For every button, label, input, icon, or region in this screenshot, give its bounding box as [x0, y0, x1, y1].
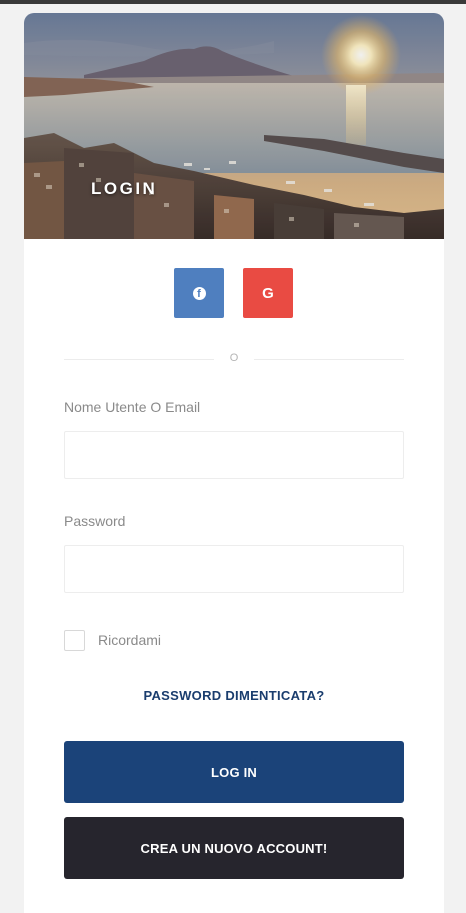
forgot-password-link[interactable]: PASSWORD DIMENTICATA?: [64, 688, 404, 703]
or-separator: O: [229, 352, 239, 364]
username-input[interactable]: [64, 431, 404, 479]
divider-left: [64, 359, 214, 360]
login-card: LOGIN f G O Nome Utente O Email Password…: [24, 13, 444, 913]
facebook-icon: f: [192, 286, 206, 300]
password-input[interactable]: [64, 545, 404, 593]
remember-checkbox[interactable]: [64, 630, 85, 651]
divider-right: [254, 359, 404, 360]
google-login-button[interactable]: G: [243, 268, 293, 318]
password-label: Password: [64, 513, 126, 529]
facebook-login-button[interactable]: f: [174, 268, 224, 318]
create-account-button[interactable]: CREA UN NUOVO ACCOUNT!: [64, 817, 404, 879]
login-button[interactable]: LOG IN: [64, 741, 404, 803]
google-icon: G: [262, 284, 274, 302]
page-title: LOGIN: [91, 179, 158, 198]
remember-label: Ricordami: [98, 632, 162, 648]
username-label: Nome Utente O Email: [64, 399, 201, 415]
landscape-image: [24, 13, 444, 239]
hero-image: LOGIN: [24, 13, 444, 239]
top-edge-bar: [0, 0, 466, 4]
